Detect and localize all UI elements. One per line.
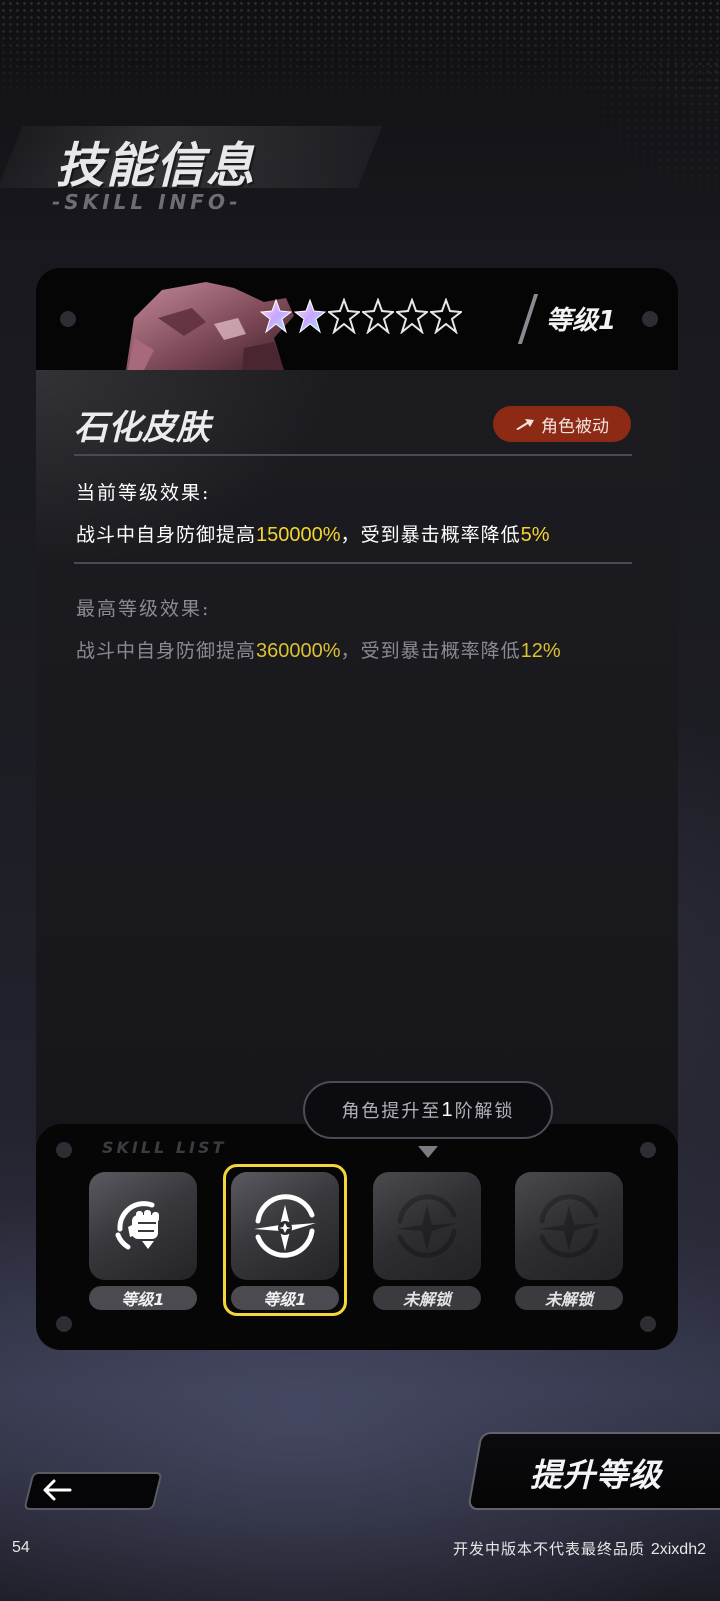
effect-text: 战斗中自身防御提高 [76,640,257,662]
rivet-dot [60,311,76,327]
arrow-left-icon[interactable] [42,1478,72,1502]
skill-slot-4[interactable]: 未解锁 [515,1172,623,1310]
skill-list-panel: SKILL LIST 等级1 等级1 未解锁 未解锁 [36,1124,678,1350]
rivet-dot [642,311,658,327]
badge-label: 角色被动 [541,416,609,437]
tooltip-prefix: 角色提升至 [341,1101,442,1122]
skill-slot-label: 未解锁 [373,1286,481,1310]
effect-text: 受到暴击概率降低 [360,640,521,662]
effect-separator: ， [340,640,361,662]
star-rating [260,298,462,334]
star-empty-icon [396,298,428,334]
effect-text: 受到暴击概率降低 [360,524,521,546]
footer-page-number: 54 [12,1539,30,1556]
tooltip-number: 1 [441,1098,455,1121]
fist-icon [115,1201,159,1250]
shield-star-icon [538,1194,600,1258]
upgrade-button-label[interactable]: 提升等级 [530,1450,662,1496]
page-subtitle: -SKILL INFO- [52,190,242,214]
rivet-dot [56,1142,72,1158]
tooltip-suffix: 阶解锁 [454,1101,515,1122]
effect-text: 战斗中自身防御提高 [76,524,257,546]
divider [74,454,632,456]
effect-value: 5% [520,524,550,546]
footer-build-id: 2xixdh2 [650,1541,706,1558]
skill-slot-icon-box [89,1172,197,1280]
effect-separator: ， [340,524,361,546]
skill-list-label: SKILL LIST [102,1138,227,1157]
shield-star-icon [254,1194,316,1258]
skill-type-badge: 角色被动 [493,406,631,442]
current-effect-title: 当前等级效果: [76,482,211,504]
star-empty-icon [430,298,462,334]
divider [74,562,632,564]
effect-value: 150000% [256,524,341,546]
current-effect-text: 战斗中自身防御提高150000%，受到暴击概率降低5% [76,520,549,547]
rivet-dot [56,1316,72,1332]
skill-slot-icon-box [373,1172,481,1280]
skill-slot-1[interactable]: 等级1 [89,1172,197,1310]
dot-pattern-corner [560,60,720,210]
shield-star-icon [396,1194,458,1258]
skill-name: 石化皮肤 [74,408,210,448]
tooltip-pointer-icon [418,1146,438,1158]
star-empty-icon [328,298,360,334]
max-effect-text: 战斗中自身防御提高360000%，受到暴击概率降低12% [76,636,561,663]
rivet-dot [640,1316,656,1332]
level-divider [517,294,539,344]
skill-slot-label: 等级1 [89,1286,197,1310]
passive-arrow-icon [516,419,534,430]
effect-value: 12% [520,640,561,662]
unlock-tooltip: 角色提升至 1 阶解锁 [303,1081,553,1139]
skill-slot-2[interactable]: 等级1 [223,1164,347,1316]
skill-slot-icon-box [231,1172,339,1280]
footer-watermark: 开发中版本不代表最终品质 2xixdh2 [453,1538,706,1559]
skill-level: 等级1 [546,306,617,336]
skill-slot-icon-box [515,1172,623,1280]
rivet-dot [640,1142,656,1158]
star-filled-icon [260,298,292,334]
effect-value: 360000% [256,640,341,662]
star-filled-icon [294,298,326,334]
page-title: 技能信息 [56,138,257,194]
skill-slot-label: 等级1 [231,1286,339,1310]
footer-disclaimer: 开发中版本不代表最终品质 [453,1540,646,1558]
star-empty-icon [362,298,394,334]
card-header: 等级1 [36,268,678,370]
max-effect-title: 最高等级效果: [76,598,211,620]
skill-slot-3[interactable]: 未解锁 [373,1172,481,1310]
skill-slot-label: 未解锁 [515,1286,623,1310]
